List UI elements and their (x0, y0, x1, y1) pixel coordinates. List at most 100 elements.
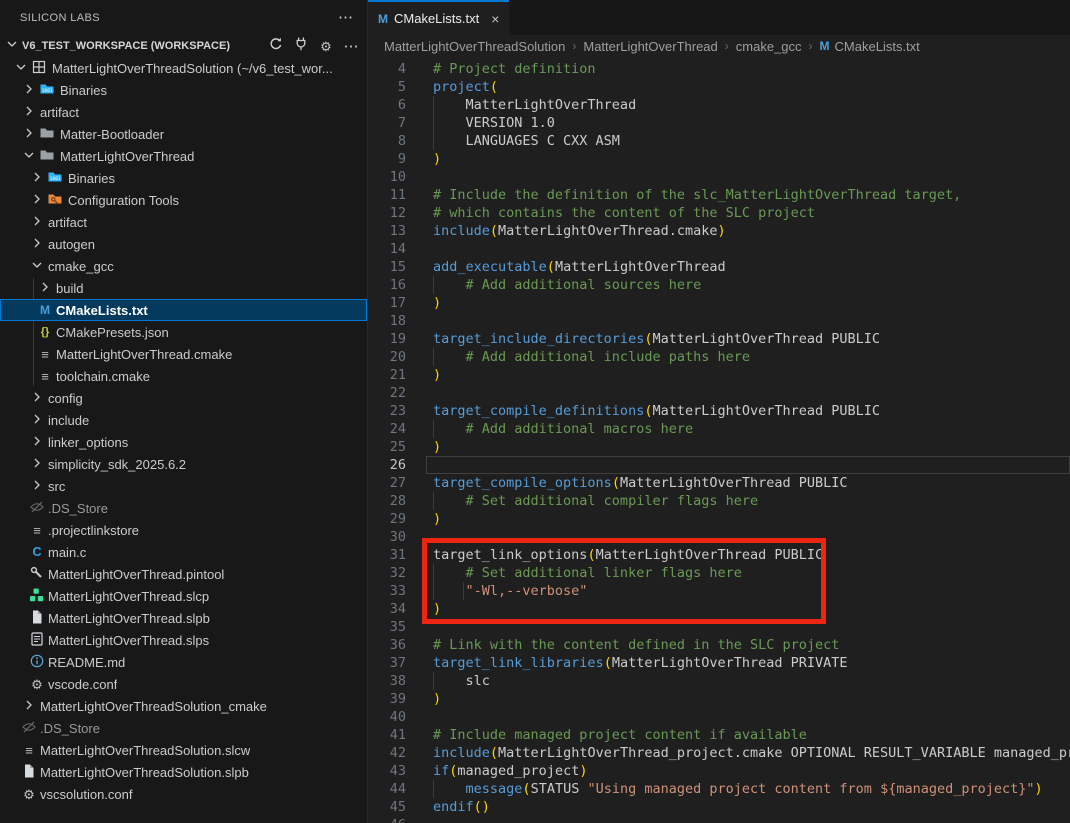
tree-item-cmake-gcc[interactable]: cmake_gcc (0, 255, 367, 277)
panel-more-actions-icon[interactable]: ⋯ (338, 10, 353, 25)
breadcrumb-item[interactable]: MatterLightOverThread (583, 39, 717, 54)
chevron-right-icon[interactable] (28, 477, 46, 495)
code-line-21[interactable]: 21) (368, 366, 1070, 384)
tree-item-ds-store[interactable]: .DS_Store (0, 717, 367, 739)
code-line-29[interactable]: 29) (368, 510, 1070, 528)
tree-item-simplicity-sdk-2025-6-2[interactable]: simplicity_sdk_2025.6.2 (0, 453, 367, 475)
tree-item-matterlightoverthreadsolution-slpb[interactable]: MatterLightOverThreadSolution.slpb (0, 761, 367, 783)
tree-item-toolchain-cmake[interactable]: ≡toolchain.cmake (0, 365, 367, 387)
tree-item-matterlightoverthread-slcp[interactable]: MatterLightOverThread.slcp (0, 585, 367, 607)
launcher-button[interactable] (293, 38, 309, 54)
tree-item-src[interactable]: src (0, 475, 367, 497)
chevron-right-icon[interactable] (20, 81, 38, 99)
tree-item-matterlightoverthreadsolution-v6-test-wor[interactable]: MatterLightOverThreadSolution (~/v6_test… (0, 57, 367, 79)
chevron-right-icon[interactable] (28, 191, 46, 209)
chevron-right-icon[interactable] (20, 125, 38, 143)
code-area[interactable]: 4# Project definition5project(6 MatterLi… (368, 57, 1070, 823)
code-line-28[interactable]: 28 # Set additional compiler flags here (368, 492, 1070, 510)
tree-item-cmakepresets-json[interactable]: {}CMakePresets.json (0, 321, 367, 343)
code-line-40[interactable]: 40 (368, 708, 1070, 726)
tree-item-matterlightoverthread-slpb[interactable]: MatterLightOverThread.slpb (0, 607, 367, 629)
tree-item-matterlightoverthread[interactable]: MatterLightOverThread (0, 145, 367, 167)
chevron-right-icon[interactable] (28, 433, 46, 451)
code-line-24[interactable]: 24 # Add additional macros here (368, 420, 1070, 438)
tree-item-main-c[interactable]: Cmain.c (0, 541, 367, 563)
code-line-16[interactable]: 16 # Add additional sources here (368, 276, 1070, 294)
tree-item-cmakelists-txt[interactable]: MCMakeLists.txt (0, 299, 367, 321)
chevron-right-icon[interactable] (28, 235, 46, 253)
code-line-15[interactable]: 15add_executable(MatterLightOverThread (368, 258, 1070, 276)
tree-item-config[interactable]: config (0, 387, 367, 409)
code-line-43[interactable]: 43if(managed_project) (368, 762, 1070, 780)
tree-item-artifact[interactable]: artifact (0, 211, 367, 233)
code-line-23[interactable]: 23target_compile_definitions(MatterLight… (368, 402, 1070, 420)
settings-button[interactable]: ⚙ (318, 38, 334, 54)
chevron-right-icon[interactable] (28, 455, 46, 473)
chevron-down-icon[interactable] (20, 147, 38, 165)
code-line-30[interactable]: 30 (368, 528, 1070, 546)
code-line-31[interactable]: 31target_link_options(MatterLightOverThr… (368, 546, 1070, 564)
code-line-18[interactable]: 18 (368, 312, 1070, 330)
chevron-right-icon[interactable] (20, 697, 38, 715)
tree-item-matterlightoverthreadsolution-cmake[interactable]: MatterLightOverThreadSolution_cmake (0, 695, 367, 717)
code-line-4[interactable]: 4# Project definition (368, 60, 1070, 78)
code-line-32[interactable]: 32 # Set additional linker flags here (368, 564, 1070, 582)
tree-item-artifact[interactable]: artifact (0, 101, 367, 123)
tree-item-include[interactable]: include (0, 409, 367, 431)
chevron-right-icon[interactable] (28, 213, 46, 231)
chevron-right-icon[interactable] (28, 169, 46, 187)
code-line-17[interactable]: 17) (368, 294, 1070, 312)
code-line-8[interactable]: 8 LANGUAGES C CXX ASM (368, 132, 1070, 150)
code-line-11[interactable]: 11# Include the definition of the slc_Ma… (368, 186, 1070, 204)
code-line-20[interactable]: 20 # Add additional include paths here (368, 348, 1070, 366)
tree-item-configuration-tools[interactable]: Configuration Tools (0, 189, 367, 211)
code-line-45[interactable]: 45endif() (368, 798, 1070, 816)
code-line-7[interactable]: 7 VERSION 1.0 (368, 114, 1070, 132)
chevron-down-icon[interactable] (4, 36, 20, 57)
close-tab-icon[interactable]: × (491, 11, 499, 27)
chevron-right-icon[interactable] (20, 103, 38, 121)
breadcrumb-item[interactable]: MatterLightOverThreadSolution (384, 39, 565, 54)
code-line-38[interactable]: 38 slc (368, 672, 1070, 690)
tree-item-matterlightoverthreadsolution-slcw[interactable]: ≡MatterLightOverThreadSolution.slcw (0, 739, 367, 761)
workspace-header[interactable]: V6_TEST_WORKSPACE (WORKSPACE) ⚙⋯ (0, 35, 367, 57)
tree-item-binaries[interactable]: 1001Binaries (0, 79, 367, 101)
code-line-41[interactable]: 41# Include managed project content if a… (368, 726, 1070, 744)
tree-item-vscsolution-conf[interactable]: ⚙vscsolution.conf (0, 783, 367, 805)
code-line-6[interactable]: 6 MatterLightOverThread (368, 96, 1070, 114)
tree-item-projectlinkstore[interactable]: ≡.projectlinkstore (0, 519, 367, 541)
code-line-5[interactable]: 5project( (368, 78, 1070, 96)
code-line-35[interactable]: 35 (368, 618, 1070, 636)
tree-item-ds-store[interactable]: .DS_Store (0, 497, 367, 519)
tree-item-matterlightoverthread-pintool[interactable]: MatterLightOverThread.pintool (0, 563, 367, 585)
chevron-down-icon[interactable] (28, 257, 46, 275)
code-line-39[interactable]: 39) (368, 690, 1070, 708)
code-line-46[interactable]: 46 (368, 816, 1070, 823)
more-actions-button[interactable]: ⋯ (343, 38, 359, 54)
tree-item-build[interactable]: build (0, 277, 367, 299)
code-line-12[interactable]: 12# which contains the content of the SL… (368, 204, 1070, 222)
chevron-right-icon[interactable] (28, 411, 46, 429)
tab-cmakelists[interactable]: M CMakeLists.txt × (368, 0, 509, 35)
chevron-down-icon[interactable] (12, 59, 30, 77)
code-line-25[interactable]: 25) (368, 438, 1070, 456)
tree-item-readme-md[interactable]: README.md (0, 651, 367, 673)
code-line-33[interactable]: 33 "-Wl,--verbose" (368, 582, 1070, 600)
code-line-34[interactable]: 34) (368, 600, 1070, 618)
code-line-36[interactable]: 36# Link with the content defined in the… (368, 636, 1070, 654)
code-line-27[interactable]: 27target_compile_options(MatterLightOver… (368, 474, 1070, 492)
code-line-44[interactable]: 44 message(STATUS "Using managed project… (368, 780, 1070, 798)
refresh-button[interactable] (268, 38, 284, 54)
code-line-42[interactable]: 42include(MatterLightOverThread_project.… (368, 744, 1070, 762)
code-line-10[interactable]: 10 (368, 168, 1070, 186)
tree-item-linker-options[interactable]: linker_options (0, 431, 367, 453)
code-line-9[interactable]: 9) (368, 150, 1070, 168)
chevron-right-icon[interactable] (36, 279, 54, 297)
code-line-37[interactable]: 37target_link_libraries(MatterLightOverT… (368, 654, 1070, 672)
breadcrumb-item[interactable]: cmake_gcc (736, 39, 802, 54)
breadcrumb-item[interactable]: MCMakeLists.txt (820, 39, 920, 54)
tree-item-vscode-conf[interactable]: ⚙vscode.conf (0, 673, 367, 695)
tree-item-matterlightoverthread-slps[interactable]: MatterLightOverThread.slps (0, 629, 367, 651)
tree-item-matterlightoverthread-cmake[interactable]: ≡MatterLightOverThread.cmake (0, 343, 367, 365)
code-line-14[interactable]: 14 (368, 240, 1070, 258)
